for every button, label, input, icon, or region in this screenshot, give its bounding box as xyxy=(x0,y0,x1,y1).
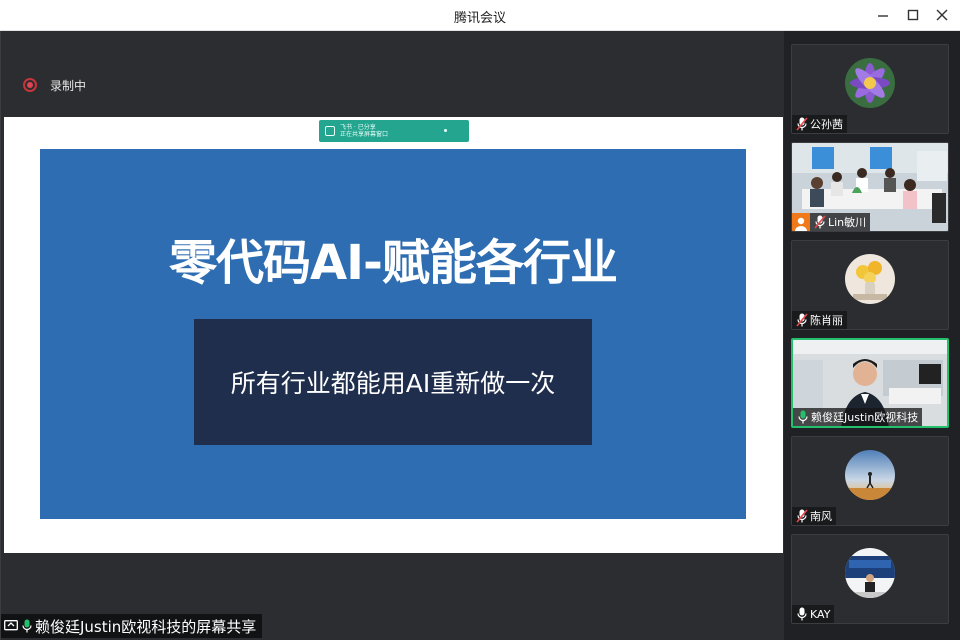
stage-speaker-avatar xyxy=(845,548,895,598)
participant-tile[interactable]: 陈肖丽 xyxy=(791,240,949,330)
mic-muted-icon xyxy=(814,215,826,229)
participant-namebar: 公孙茜 xyxy=(792,115,847,133)
slide-subtitle: 所有行业都能用AI重新做一次 xyxy=(230,369,556,398)
main-stage: 录制中 飞书 · 已分享 正在共享屏幕窗口 零代码AI-赋能各行业 所有行业都能… xyxy=(0,31,784,640)
mic-active-icon xyxy=(797,410,809,424)
sunset-runner-avatar xyxy=(845,450,895,500)
participant-tile-active[interactable]: 赖俊廷Justin欧视科技 xyxy=(791,338,949,428)
close-button[interactable] xyxy=(929,4,955,26)
participant-tile[interactable]: 公孙茜 xyxy=(791,44,949,134)
participant-name: 陈肖丽 xyxy=(810,314,843,327)
purple-flower-avatar xyxy=(845,58,895,108)
toast-line-2: 正在共享屏幕窗口 xyxy=(340,131,389,138)
screen-share-icon xyxy=(4,620,18,631)
recording-label: 录制中 xyxy=(50,78,87,93)
window-titlebar: 腾讯会议 xyxy=(0,0,960,31)
participant-namebar: 南风 xyxy=(792,507,836,525)
toast-dot-icon xyxy=(444,129,447,132)
participant-name: KAY xyxy=(810,607,831,621)
record-icon xyxy=(23,78,37,92)
participant-namebar: 陈肖丽 xyxy=(792,311,847,329)
participant-namebar: KAY xyxy=(792,605,835,623)
share-toast[interactable]: 飞书 · 已分享 正在共享屏幕窗口 xyxy=(319,120,469,142)
window-title: 腾讯会议 xyxy=(453,11,506,26)
shared-screen: 飞书 · 已分享 正在共享屏幕窗口 零代码AI-赋能各行业 所有行业都能用AI重… xyxy=(4,117,783,553)
screen-share-label: 赖俊廷Justin欧视科技的屏幕共享 xyxy=(1,614,263,638)
maximize-icon xyxy=(907,9,919,21)
flowers-vase-avatar xyxy=(845,254,895,304)
mic-muted-icon xyxy=(796,313,808,327)
close-icon xyxy=(936,9,948,21)
mic-on-icon xyxy=(796,607,808,621)
participant-name: 赖俊廷Justin欧视科技 xyxy=(811,411,919,424)
slide-subtitle-box: 所有行业都能用AI重新做一次 xyxy=(194,319,592,445)
participant-tile[interactable]: 南风 xyxy=(791,436,949,526)
person-icon xyxy=(792,213,810,231)
participant-tile[interactable]: KAY xyxy=(791,534,949,624)
participants-panel: 公孙茜 Lin敏川 陈肖丽 赖俊廷Justin欧视科技 南风 KAY xyxy=(784,31,960,640)
mic-muted-icon xyxy=(796,509,808,523)
participant-name: 公孙茜 xyxy=(810,118,843,131)
participant-name: Lin敏川 xyxy=(828,216,867,229)
slide-title: 零代码AI-赋能各行业 xyxy=(169,235,618,291)
mic-muted-icon xyxy=(796,117,808,131)
maximize-button[interactable] xyxy=(900,4,926,26)
minimize-icon xyxy=(878,15,888,17)
presentation-slide: 零代码AI-赋能各行业 所有行业都能用AI重新做一次 xyxy=(40,149,746,519)
participant-tile[interactable]: Lin敏川 xyxy=(791,142,949,232)
participant-namebar: Lin敏川 xyxy=(792,213,871,231)
app-icon xyxy=(325,126,335,136)
toast-text: 飞书 · 已分享 正在共享屏幕窗口 xyxy=(340,124,388,138)
mic-on-icon xyxy=(22,619,32,633)
minimize-button[interactable] xyxy=(870,4,896,26)
participant-namebar: 赖俊廷Justin欧视科技 xyxy=(793,408,923,426)
recording-indicator[interactable]: 录制中 xyxy=(23,76,86,94)
presenter-label: 赖俊廷Justin欧视科技的屏幕共享 xyxy=(35,617,257,636)
participant-name: 南风 xyxy=(810,510,832,523)
toast-line-1: 飞书 · 已分享 xyxy=(340,124,376,131)
